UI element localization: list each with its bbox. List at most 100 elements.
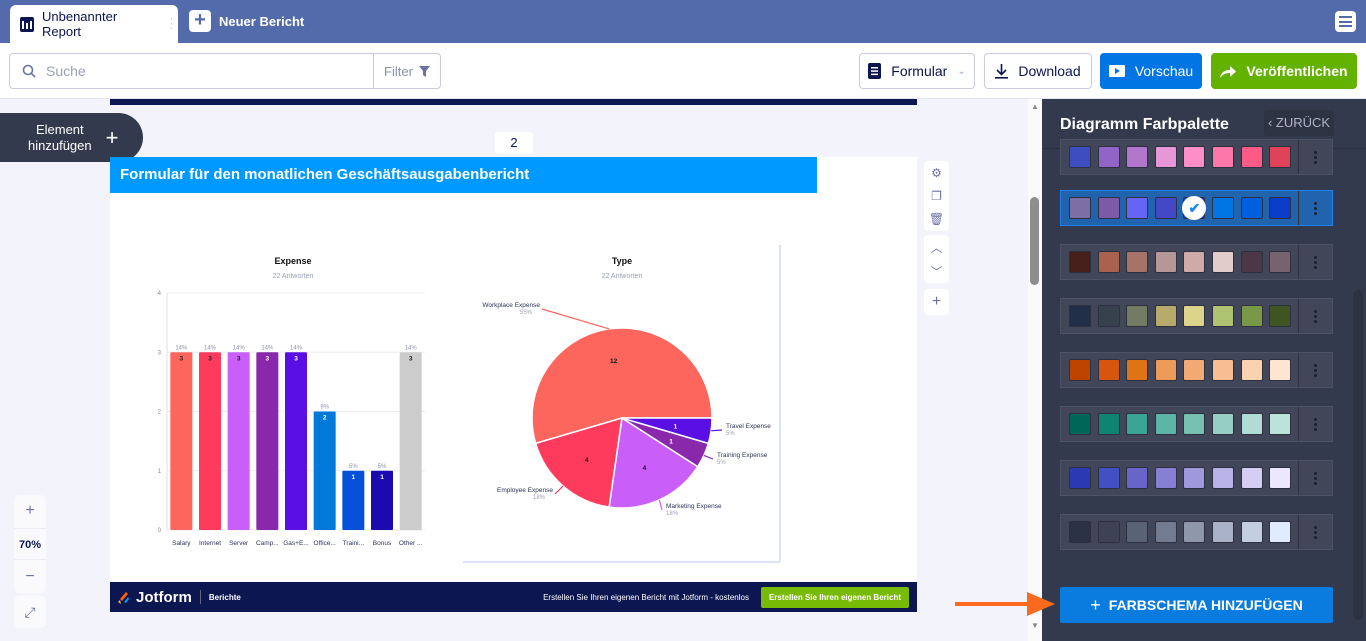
palette-options-icon[interactable] (1298, 140, 1332, 174)
canvas-scroll-thumb[interactable] (1030, 197, 1039, 285)
color-swatch[interactable] (1211, 305, 1234, 327)
charts-area[interactable]: Expense 22 Antworten Type 22 Antworten 0… (110, 157, 917, 582)
color-swatch[interactable] (1211, 197, 1234, 219)
color-swatch[interactable] (1211, 251, 1234, 273)
chevron-down-icon[interactable]: ﹀ (930, 263, 942, 280)
color-swatch[interactable] (1154, 251, 1177, 273)
color-swatch[interactable] (1097, 305, 1120, 327)
palette-options-icon[interactable] (1298, 407, 1332, 441)
color-swatch[interactable] (1269, 197, 1292, 219)
formular-dropdown[interactable]: Formular ⌄ (859, 53, 975, 89)
trash-icon[interactable]: 🗑 (929, 212, 944, 226)
color-swatch[interactable] (1069, 146, 1091, 168)
color-swatch[interactable] (1269, 467, 1292, 489)
palette-row[interactable] (1060, 406, 1333, 442)
color-swatch[interactable] (1097, 467, 1120, 489)
palette-row[interactable] (1060, 352, 1333, 388)
color-swatch[interactable] (1240, 521, 1263, 543)
color-swatch[interactable] (1154, 467, 1177, 489)
palette-options-icon[interactable] (1298, 353, 1332, 387)
palette-row[interactable]: ✔ (1060, 190, 1333, 226)
color-swatch[interactable] (1154, 197, 1177, 219)
color-swatch[interactable] (1126, 413, 1149, 435)
filter-button[interactable]: Filter (373, 53, 441, 89)
bar[interactable] (256, 352, 279, 530)
color-swatch[interactable] (1097, 146, 1120, 168)
color-swatch[interactable] (1183, 251, 1206, 273)
color-swatch[interactable] (1269, 413, 1292, 435)
tab-unbenannter-report[interactable]: Unbenannter Report ⋮ (10, 5, 178, 43)
zoom-out-button[interactable]: − (14, 561, 46, 593)
color-swatch[interactable] (1240, 359, 1263, 381)
new-report-tab[interactable]: + Neuer Bericht (189, 10, 304, 32)
fit-screen-icon[interactable]: ⤢ (14, 596, 46, 628)
bar[interactable] (199, 352, 221, 530)
color-swatch[interactable]: ✔ (1182, 196, 1207, 220)
color-swatch[interactable] (1154, 413, 1177, 435)
bar[interactable] (227, 352, 250, 530)
color-swatch[interactable] (1126, 305, 1149, 327)
color-swatch[interactable] (1240, 467, 1263, 489)
color-swatch[interactable] (1154, 359, 1177, 381)
color-swatch[interactable] (1240, 197, 1263, 219)
color-swatch[interactable] (1069, 359, 1091, 381)
color-swatch[interactable] (1126, 467, 1149, 489)
palette-row[interactable] (1060, 514, 1333, 550)
download-button[interactable]: Download (984, 53, 1092, 89)
color-swatch[interactable] (1211, 146, 1234, 168)
color-swatch[interactable] (1211, 413, 1234, 435)
color-swatch[interactable] (1240, 305, 1263, 327)
color-swatch[interactable] (1097, 359, 1120, 381)
bar[interactable] (313, 411, 336, 531)
color-swatch[interactable] (1269, 305, 1292, 327)
zoom-in-button[interactable]: + (14, 495, 46, 527)
palette-options-icon[interactable] (1298, 191, 1332, 225)
color-swatch[interactable] (1183, 305, 1206, 327)
color-swatch[interactable] (1211, 467, 1234, 489)
duplicate-icon[interactable]: ❐ (931, 189, 942, 203)
palette-options-icon[interactable] (1298, 245, 1332, 279)
report-page[interactable]: Formular für den monatlichen Geschäftsau… (110, 157, 917, 612)
color-swatch[interactable] (1126, 251, 1149, 273)
tab-options-icon[interactable]: ⋮ (165, 16, 178, 32)
color-swatch[interactable] (1069, 197, 1091, 219)
bar[interactable] (170, 352, 193, 530)
color-swatch[interactable] (1183, 521, 1206, 543)
color-swatch[interactable] (1126, 197, 1149, 219)
color-swatch[interactable] (1097, 197, 1120, 219)
color-swatch[interactable] (1240, 413, 1263, 435)
bar[interactable] (285, 352, 307, 530)
palette-row[interactable] (1060, 460, 1333, 496)
bar[interactable] (399, 352, 422, 530)
color-swatch[interactable] (1126, 146, 1149, 168)
color-swatch[interactable] (1154, 521, 1177, 543)
publish-button[interactable]: Veröffentlichen (1211, 53, 1357, 89)
chevron-up-icon[interactable]: ︿ (930, 239, 942, 256)
hamburger-menu-icon[interactable] (1335, 11, 1356, 32)
color-swatch[interactable] (1211, 521, 1234, 543)
color-swatch[interactable] (1097, 251, 1120, 273)
color-swatch[interactable] (1269, 146, 1292, 168)
palette-row[interactable] (1060, 139, 1333, 175)
palette-options-icon[interactable] (1298, 299, 1332, 333)
color-swatch[interactable] (1183, 359, 1206, 381)
color-swatch[interactable] (1240, 146, 1263, 168)
color-swatch[interactable] (1069, 413, 1091, 435)
color-swatch[interactable] (1269, 521, 1292, 543)
color-swatch[interactable] (1069, 467, 1091, 489)
palette-row[interactable] (1060, 244, 1333, 280)
panel-scrollbar[interactable] (1353, 290, 1363, 620)
search-input[interactable]: Suche (9, 53, 374, 89)
color-swatch[interactable] (1154, 146, 1177, 168)
color-swatch[interactable] (1154, 305, 1177, 327)
color-swatch[interactable] (1269, 251, 1292, 273)
color-swatch[interactable] (1069, 251, 1091, 273)
color-swatch[interactable] (1126, 521, 1149, 543)
color-swatch[interactable] (1183, 146, 1206, 168)
color-swatch[interactable] (1240, 251, 1263, 273)
add-color-scheme-button[interactable]: + FARBSCHEMA HINZUFÜGEN (1060, 587, 1333, 623)
add-element-button[interactable]: Element hinzufügen + (0, 113, 143, 162)
color-swatch[interactable] (1069, 521, 1091, 543)
color-swatch[interactable] (1183, 413, 1206, 435)
color-swatch[interactable] (1269, 359, 1292, 381)
